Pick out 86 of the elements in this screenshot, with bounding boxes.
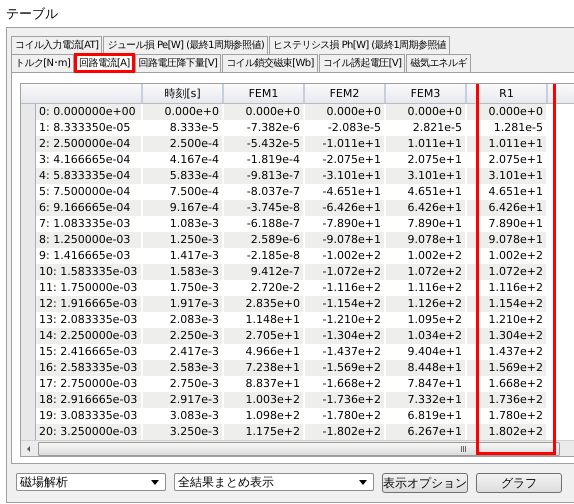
tab[interactable]: トルク[N･m] [11, 54, 74, 72]
table-cell: 1.250e-3 [143, 232, 224, 248]
row-header: 2: 2.500000e-04 [35, 136, 143, 152]
table-cell: 6.426e+1 [467, 200, 548, 216]
table-cell: 0.000e+0 [224, 104, 305, 120]
tab[interactable]: 磁気エネルギ [406, 54, 471, 72]
table-cell: 1.175e+2 [224, 424, 305, 440]
row-header: 12: 1.916665e-03 [35, 296, 143, 312]
horizontal-scrollbar[interactable] [21, 440, 574, 456]
table-cell: 3.101e+1 [467, 168, 548, 184]
table-cell: 7.332e+1 [386, 392, 467, 408]
table-cell: -1.011e+1 [305, 136, 386, 152]
table-cell: -3.101e+1 [305, 168, 386, 184]
table-cell: 7.238e+1 [224, 360, 305, 376]
table-cell: 1.583e-3 [143, 264, 224, 280]
table-cell: 2.589e-6 [224, 232, 305, 248]
row-header: 14: 2.250000e-03 [35, 328, 143, 344]
table-cell: 3.250e-3 [143, 424, 224, 440]
table-cell: 1.304e+2 [467, 328, 548, 344]
dropdown[interactable]: 磁場解析 [16, 473, 166, 491]
table-cell: 9.167e-4 [143, 200, 224, 216]
table-cell: 1.003e+2 [224, 392, 305, 408]
table-cell: -3.745e-8 [224, 200, 305, 216]
table-cell: 3.101e+1 [386, 168, 467, 184]
button[interactable]: 表示オプション [382, 473, 468, 493]
row-header: 0: 0.000000e+00 [35, 104, 143, 120]
table-cell: 5.833e-4 [143, 168, 224, 184]
table-cell: 9.412e-7 [224, 264, 305, 280]
table-cell: 2.500e-4 [143, 136, 224, 152]
row-header: 10: 1.583335e-03 [35, 264, 143, 280]
table-cell: -1.304e+2 [305, 328, 386, 344]
table-cell: 1.072e+2 [467, 264, 548, 280]
table-cell: -1.569e+2 [305, 360, 386, 376]
table-cell: 0.000e+0 [467, 104, 548, 120]
table-cell: 6.267e+1 [386, 424, 467, 440]
table-cell: 1.569e+2 [467, 360, 548, 376]
dropdown[interactable]: 全結果まとめ表示 [174, 473, 374, 491]
tab[interactable]: ヒステリシス損 Ph[W] (最終1周期参照値 [269, 36, 450, 54]
scrollbar-thumb[interactable] [38, 442, 560, 456]
scroll-left-icon[interactable] [27, 446, 30, 452]
table-cell: -1.072e+2 [305, 264, 386, 280]
row-header: 16: 2.583335e-03 [35, 360, 143, 376]
table-cell: 1.917e-3 [143, 296, 224, 312]
table-cell: -1.802e+2 [305, 424, 386, 440]
row-header: 20: 3.250000e-03 [35, 424, 143, 440]
tab[interactable]: コイル誘起電圧[V] [318, 54, 406, 72]
table-cell: -6.426e+1 [305, 200, 386, 216]
table-cell: 0.000e+0 [386, 104, 467, 120]
table-cell: -1.154e+2 [305, 296, 386, 312]
table-cell: 2.250e-3 [143, 328, 224, 344]
table-cell: 0.000e+0 [305, 104, 386, 120]
table-cell: 8.448e+1 [386, 360, 467, 376]
table-cell: -5.432e-5 [224, 136, 305, 152]
window-title: テーブル [5, 6, 59, 24]
table-cell: 1.011e+1 [467, 136, 548, 152]
table-cell: 0.000e+0 [143, 104, 224, 120]
table-cell: -9.813e-7 [224, 168, 305, 184]
tab[interactable]: コイル鎖交磁束[Wb] [222, 54, 318, 72]
row-header: 8: 1.250000e-03 [35, 232, 143, 248]
grip-icon [461, 446, 467, 452]
table-cell: 1.802e+2 [467, 424, 548, 440]
table-cell: 1.011e+1 [386, 136, 467, 152]
table-cell: 6.426e+1 [386, 200, 467, 216]
table-cell: 9.078e+1 [386, 232, 467, 248]
table-cell: 1.736e+2 [467, 392, 548, 408]
table-cell: 1.072e+2 [386, 264, 467, 280]
table-cell: 9.078e+1 [467, 232, 548, 248]
table-cell: 2.705e+1 [224, 328, 305, 344]
caret-icon [359, 480, 367, 484]
table-cell: 2.583e-3 [143, 360, 224, 376]
button[interactable]: グラフ [476, 473, 562, 493]
row-header: 4: 5.833335e-04 [35, 168, 143, 184]
table-cell: 1.126e+2 [386, 296, 467, 312]
table-cell: 1.034e+2 [386, 328, 467, 344]
table-cell: -1.736e+2 [305, 392, 386, 408]
tab[interactable]: 回路電圧降下量[V] [134, 54, 222, 72]
table-cell: 2.835e+0 [224, 296, 305, 312]
row-header: 18: 2.916665e-03 [35, 392, 143, 408]
tab[interactable]: コイル入力電流[AT] [11, 36, 102, 54]
caret-icon [151, 480, 159, 484]
tab[interactable]: 回路電流[A] [75, 54, 134, 72]
tab[interactable]: ジュール損 Pe[W] (最終1周期参照値) [103, 36, 268, 54]
table-cell: 2.917e-3 [143, 392, 224, 408]
row-header: 6: 9.166665e-04 [35, 200, 143, 216]
table-cell: 1.154e+2 [467, 296, 548, 312]
table-cell: -9.078e+1 [305, 232, 386, 248]
